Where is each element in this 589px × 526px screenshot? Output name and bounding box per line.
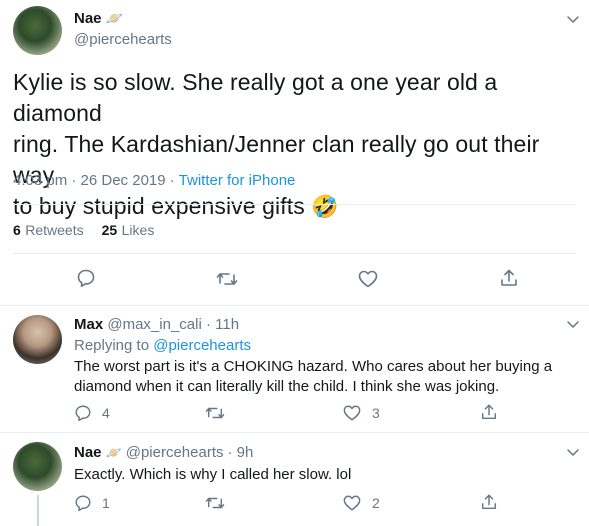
- reply-time[interactable]: · 9h: [228, 444, 254, 461]
- retweet-icon[interactable]: [205, 494, 225, 512]
- laughing-emoji-icon: 🤣: [311, 194, 339, 219]
- like-icon[interactable]: [342, 494, 362, 512]
- author-handle[interactable]: @piercehearts: [74, 31, 172, 48]
- orange-ring-icon: 🪐: [105, 10, 123, 26]
- author-name[interactable]: Nae: [74, 444, 102, 461]
- like-icon[interactable]: [357, 269, 379, 289]
- orange-ring-icon: 🪐: [105, 444, 122, 460]
- timestamp[interactable]: 4:03 pm · 26 Dec 2019 ·: [13, 172, 179, 189]
- tweet-stats: 6 Retweets 25 Likes: [13, 222, 154, 240]
- like-icon[interactable]: [342, 404, 362, 422]
- chevron-down-icon[interactable]: [565, 11, 581, 27]
- retweets-stat[interactable]: 6 Retweets: [13, 222, 84, 240]
- avatar[interactable]: [13, 6, 62, 55]
- reply-header: Nae 🪐 @piercehearts · 9h: [74, 444, 253, 461]
- retweet-icon[interactable]: [216, 269, 238, 289]
- reply-icon[interactable]: [74, 494, 92, 512]
- chevron-down-icon[interactable]: [565, 316, 581, 332]
- author-name[interactable]: Max: [74, 316, 103, 333]
- reply-text: The worst part is it's a CHOKING hazard.…: [74, 358, 553, 395]
- author-handle[interactable]: @piercehearts: [126, 444, 224, 461]
- avatar[interactable]: [13, 315, 62, 364]
- like-action[interactable]: 3: [342, 404, 380, 422]
- reply-icon[interactable]: [74, 404, 92, 422]
- source-link[interactable]: Twitter for iPhone: [179, 172, 296, 189]
- reply-count: 4: [102, 405, 110, 421]
- chevron-down-icon[interactable]: [565, 444, 581, 460]
- retweet-icon[interactable]: [205, 404, 225, 422]
- reply-time[interactable]: · 11h: [202, 316, 239, 333]
- share-icon[interactable]: [480, 403, 498, 421]
- replying-handle-link[interactable]: @piercehearts: [153, 337, 251, 354]
- reply-count: 1: [102, 495, 110, 511]
- reply-action[interactable]: 4: [74, 404, 110, 422]
- like-count: 3: [372, 405, 380, 421]
- reply-icon[interactable]: [76, 268, 96, 288]
- author-handle[interactable]: @max_in_cali: [107, 316, 201, 333]
- reply-action[interactable]: 1: [74, 494, 110, 512]
- reply-header: Max @max_in_cali · 11h: [74, 316, 239, 333]
- tweet-meta: 4:03 pm · 26 Dec 2019 · Twitter for iPho…: [13, 172, 295, 189]
- reply-text: Exactly. Which is why I called her slow.…: [74, 466, 352, 483]
- author-name[interactable]: Nae: [74, 10, 102, 27]
- likes-stat[interactable]: 25 Likes: [102, 222, 155, 240]
- thread-line: [37, 495, 39, 526]
- like-count: 2: [372, 495, 380, 511]
- avatar[interactable]: [13, 442, 62, 491]
- share-icon[interactable]: [480, 493, 498, 511]
- share-icon[interactable]: [499, 268, 519, 288]
- tweet-text: Kylie is so slow. She really got a one y…: [13, 69, 540, 219]
- like-action[interactable]: 2: [342, 494, 380, 512]
- replying-to: Replying to @piercehearts: [74, 337, 251, 354]
